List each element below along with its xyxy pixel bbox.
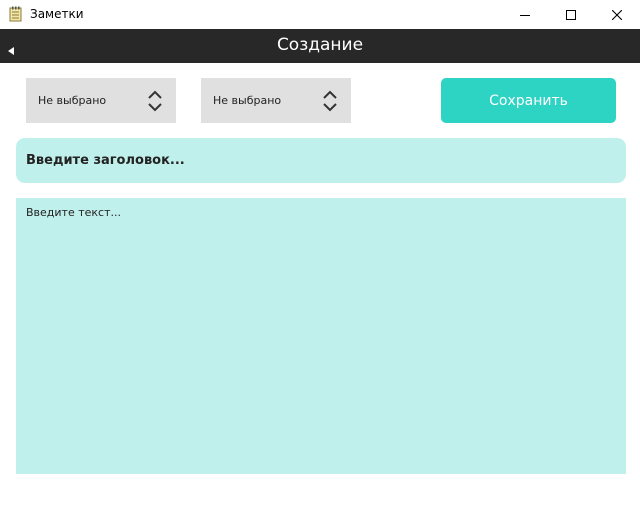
select-value: Не выбрано	[38, 94, 107, 107]
page-title: Создание	[276, 35, 364, 55]
priority-select[interactable]: Не выбрано	[201, 78, 351, 123]
maximize-icon	[566, 5, 576, 24]
title-input[interactable]: Введите заголовок...	[16, 138, 626, 183]
close-button[interactable]	[594, 0, 640, 29]
minimize-icon	[520, 5, 530, 24]
text-placeholder: Введите текст...	[26, 206, 121, 219]
minimize-button[interactable]	[502, 0, 548, 29]
chevron-updown-icon	[323, 90, 337, 112]
text-input[interactable]: Введите текст...	[16, 198, 626, 474]
chevron-updown-icon	[148, 90, 162, 112]
save-button[interactable]: Сохранить	[441, 78, 616, 123]
notepad-icon	[9, 6, 22, 22]
maximize-button[interactable]	[548, 0, 594, 29]
title-placeholder: Введите заголовок...	[26, 153, 185, 168]
window-title: Заметки	[30, 7, 84, 21]
category-select[interactable]: Не выбрано	[26, 78, 176, 123]
app-window: Заметки Создание Не выбрано Не выбрано С…	[0, 0, 640, 510]
close-icon	[611, 5, 623, 24]
select-value: Не выбрано	[213, 94, 282, 107]
page-header: Создание	[0, 29, 640, 63]
window-titlebar[interactable]: Заметки	[0, 0, 640, 29]
